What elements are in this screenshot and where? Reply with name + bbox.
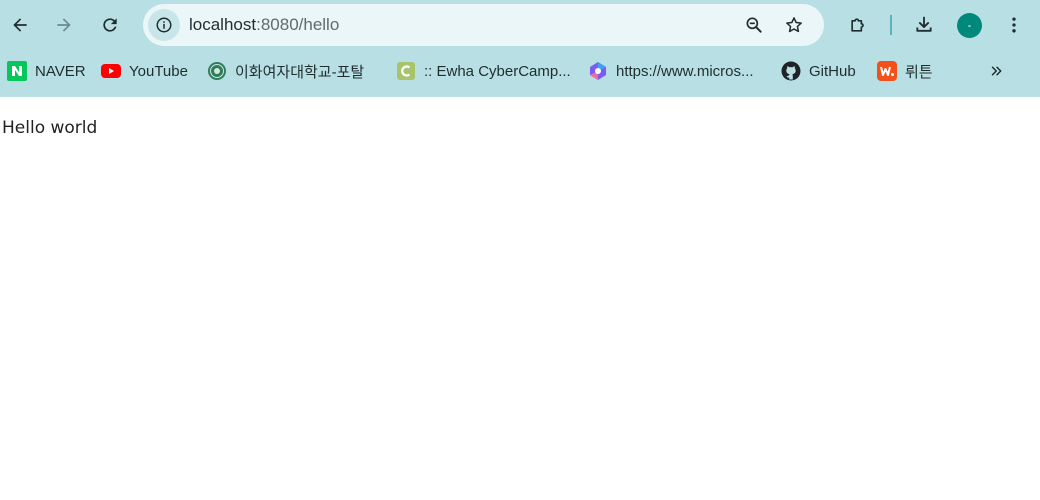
- forward-arrow-icon: [57, 18, 71, 32]
- star-icon: [786, 17, 802, 33]
- bookmark-label: GitHub: [809, 62, 856, 80]
- bookmark-label: https://www.micros...: [616, 62, 754, 80]
- bookmark-ewha-portal[interactable]: 이화여자대학교-포탈: [207, 55, 364, 87]
- more-bookmarks-button[interactable]: [982, 55, 1012, 87]
- page-content: Hello world: [0, 97, 1040, 500]
- avatar-text: -: [967, 19, 972, 32]
- forward-button[interactable]: [46, 7, 82, 43]
- bookmark-github[interactable]: GitHub: [781, 55, 856, 87]
- bookmark-ewha-cybercampus[interactable]: :: Ewha CyberCamp...: [396, 55, 571, 87]
- double-chevron-icon: [991, 66, 1002, 76]
- profile-avatar[interactable]: -: [957, 13, 982, 38]
- bookmark-star-button[interactable]: [778, 9, 810, 41]
- browser-menu-button[interactable]: [996, 7, 1032, 43]
- downloads-button[interactable]: [906, 7, 942, 43]
- browser-chrome: localhost:8080/hello - NAVER YouTube 이화여…: [0, 0, 1040, 97]
- url-text[interactable]: localhost:8080/hello: [189, 15, 339, 35]
- back-arrow-icon: [13, 18, 27, 32]
- wrtn-icon: [877, 61, 897, 81]
- page-text: Hello world: [2, 118, 98, 138]
- youtube-icon: [101, 61, 121, 81]
- kebab-menu-icon: [1012, 17, 1016, 33]
- info-icon: [156, 17, 172, 33]
- puzzle-icon: [851, 18, 864, 32]
- zoom-button[interactable]: [738, 9, 770, 41]
- bookmark-label: 이화여자대학교-포탈: [235, 63, 365, 81]
- download-icon: [916, 16, 932, 32]
- microsoft-copilot-icon: [588, 61, 608, 81]
- site-info-button[interactable]: [148, 9, 180, 41]
- naver-icon: [7, 61, 27, 81]
- bookmark-wrtn[interactable]: 뤼튼: [877, 55, 933, 87]
- cybercampus-icon: [396, 61, 416, 81]
- toolbar-divider: [890, 15, 892, 35]
- bookmark-label: NAVER: [35, 62, 86, 80]
- extensions-button[interactable]: [840, 7, 876, 43]
- bookmark-youtube[interactable]: YouTube: [101, 55, 188, 87]
- url-path: :8080/hello: [256, 15, 340, 34]
- bookmark-microsoft[interactable]: https://www.micros...: [588, 55, 754, 87]
- bookmark-naver[interactable]: NAVER: [7, 55, 86, 87]
- bookmarks-bar: NAVER YouTube 이화여자대학교-포탈 :: Ewha CyberCa…: [0, 55, 1040, 87]
- bookmark-label: YouTube: [129, 62, 188, 80]
- reload-button[interactable]: [92, 7, 128, 43]
- address-bar[interactable]: localhost:8080/hello: [143, 4, 824, 46]
- zoom-out-icon: [746, 17, 762, 33]
- github-icon: [781, 61, 801, 81]
- bookmark-label: :: Ewha CyberCamp...: [424, 62, 571, 80]
- ewha-emblem-icon: [207, 61, 227, 81]
- browser-toolbar: localhost:8080/hello -: [0, 0, 1040, 50]
- bookmark-label: 뤼튼: [905, 63, 933, 81]
- back-button[interactable]: [2, 7, 38, 43]
- reload-icon: [103, 18, 117, 32]
- url-host: localhost: [189, 15, 257, 34]
